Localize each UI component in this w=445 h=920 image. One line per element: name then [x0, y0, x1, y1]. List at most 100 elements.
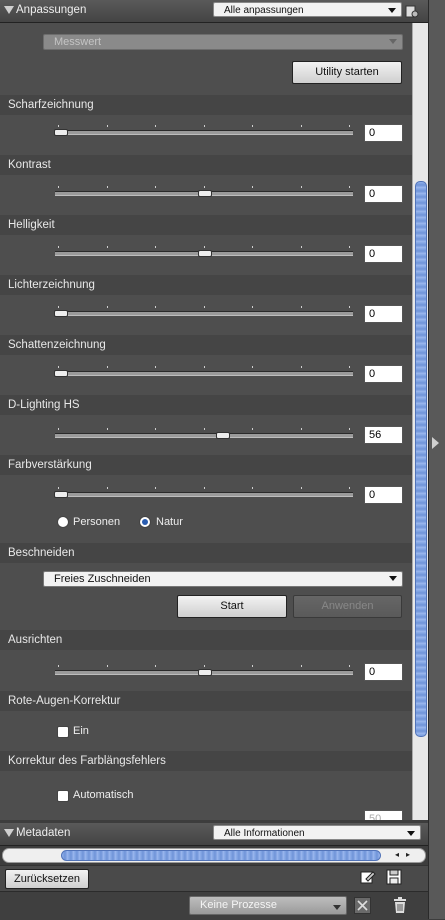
slider-tick — [155, 306, 156, 308]
chevron-down-icon — [333, 905, 341, 910]
shadows-slider-track[interactable] — [55, 371, 353, 376]
side-collapse-strip[interactable] — [428, 0, 445, 919]
slider-tick — [203, 246, 205, 248]
slider-tick — [58, 665, 59, 667]
slider-tick — [106, 665, 108, 667]
radio-natur[interactable] — [139, 516, 151, 528]
crop-mode-dropdown[interactable]: Freies Zuschneiden — [43, 571, 403, 587]
save-icon[interactable] — [386, 869, 402, 885]
ca-value-field[interactable]: 50 — [364, 810, 403, 820]
slider-tick — [203, 428, 205, 430]
highlights-title: Lichterzeichnung — [0, 275, 412, 295]
slider-tick — [300, 306, 302, 308]
slider-tick — [349, 306, 350, 308]
adjustments-header: Anpassungen Alle anpassungen — [0, 0, 428, 23]
shadows-slider-thumb[interactable] — [54, 370, 68, 377]
shadows-value-field[interactable]: 0 — [364, 365, 403, 383]
dlighting-slider-thumb[interactable] — [216, 432, 230, 439]
contrast-value-field[interactable]: 0 — [364, 185, 403, 203]
saturation-slider-track[interactable] — [55, 492, 353, 497]
saturation-value-field[interactable]: 0 — [364, 486, 403, 504]
adjustments-filter-select[interactable]: Alle anpassungen — [213, 2, 402, 17]
slider-tick — [106, 246, 108, 248]
straighten-title: Ausrichten — [0, 630, 412, 650]
crop-start-button[interactable]: Start — [177, 595, 287, 618]
highlights-value-field[interactable]: 0 — [364, 305, 403, 323]
collapse-triangle-icon[interactable] — [4, 6, 14, 14]
dlighting-title: D-Lighting HS — [0, 395, 412, 415]
status-bar: Keine Prozesse — [0, 891, 428, 920]
vertical-scrollbar[interactable] — [412, 23, 428, 820]
slider-tick — [106, 366, 108, 368]
horizontal-scroll-thumb[interactable] — [61, 850, 381, 861]
ca-auto-checkbox[interactable] — [57, 790, 69, 802]
redeye-title: Rote-Augen-Korrektur — [0, 691, 412, 711]
slider-tick — [58, 246, 59, 248]
highlights-slider-track[interactable] — [55, 311, 353, 316]
slider-tick — [58, 125, 59, 127]
sharpen-slider-track[interactable] — [55, 130, 353, 135]
slider-tick — [203, 487, 205, 489]
slider-tick — [203, 665, 205, 667]
sharpen-slider-thumb[interactable] — [54, 129, 68, 136]
collapse-triangle-icon[interactable] — [4, 829, 14, 837]
measure-dropdown[interactable]: Messwert — [43, 34, 403, 50]
crop-mode-value: Freies Zuschneiden — [54, 573, 151, 585]
vertical-scroll-thumb[interactable] — [415, 181, 427, 737]
chevron-down-icon — [388, 8, 396, 13]
slider-tick — [300, 125, 302, 127]
expand-right-arrow-icon[interactable] — [432, 437, 439, 449]
scroll-right-arrow-icon[interactable]: ▸ — [406, 850, 410, 859]
straighten-slider-thumb[interactable] — [198, 669, 212, 676]
utility-start-button[interactable]: Utility starten — [292, 61, 402, 84]
slider-tick — [349, 366, 350, 368]
slider-tick — [155, 246, 156, 248]
cancel-process-icon[interactable] — [354, 897, 371, 914]
metadata-title: Metadaten — [16, 827, 71, 839]
slider-tick — [252, 665, 253, 667]
ca-title: Korrektur des Farblängsfehlers — [0, 751, 412, 771]
radio-natur-label: Natur — [156, 516, 183, 528]
sharpen-value-field[interactable]: 0 — [364, 124, 403, 142]
slider-tick — [155, 125, 156, 127]
slider-tick — [203, 366, 205, 368]
metadata-filter-value: Alle Informationen — [224, 828, 305, 839]
slider-tick — [203, 186, 205, 188]
redeye-checkbox[interactable] — [57, 726, 69, 738]
slider-tick — [252, 487, 253, 489]
dlighting-value-field[interactable]: 56 — [364, 426, 403, 444]
chevron-down-icon — [407, 831, 415, 836]
straighten-value-field[interactable]: 0 — [364, 663, 403, 681]
contrast-slider-thumb[interactable] — [198, 190, 212, 197]
process-dropdown[interactable]: Keine Prozesse — [189, 896, 347, 915]
edit-icon[interactable] — [360, 869, 376, 885]
slider-tick — [300, 665, 302, 667]
slider-tick — [300, 186, 302, 188]
redeye-checkbox-label: Ein — [73, 725, 89, 737]
metadata-filter-select[interactable]: Alle Informationen — [213, 825, 421, 840]
slider-tick — [349, 125, 350, 127]
brightness-title: Helligkeit — [0, 215, 412, 235]
saturation-slider-thumb[interactable] — [54, 491, 68, 498]
slider-tick — [58, 306, 59, 308]
crop-apply-button[interactable]: Anwenden — [293, 595, 402, 618]
brightness-value-field[interactable]: 0 — [364, 245, 403, 263]
horizontal-scrollbar[interactable]: ◂ ▸ — [2, 848, 426, 863]
crop-title: Beschneiden — [0, 543, 412, 563]
trash-icon[interactable] — [392, 897, 408, 914]
scroll-left-arrow-icon[interactable]: ◂ — [395, 850, 399, 859]
reset-button[interactable]: Zurücksetzen — [5, 869, 89, 889]
slider-tick — [58, 366, 59, 368]
slider-tick — [349, 487, 350, 489]
ca-auto-label: Automatisch — [73, 789, 134, 801]
highlights-slider-thumb[interactable] — [54, 310, 68, 317]
brightness-slider-thumb[interactable] — [198, 250, 212, 257]
process-dropdown-value: Keine Prozesse — [200, 899, 278, 911]
radio-personen[interactable] — [57, 516, 69, 528]
chevron-down-icon — [389, 576, 397, 581]
slider-tick — [300, 366, 302, 368]
settings-doc-icon[interactable] — [405, 4, 419, 18]
slider-tick — [349, 186, 350, 188]
dlighting-slider-track[interactable] — [55, 433, 353, 438]
slider-tick — [106, 186, 108, 188]
